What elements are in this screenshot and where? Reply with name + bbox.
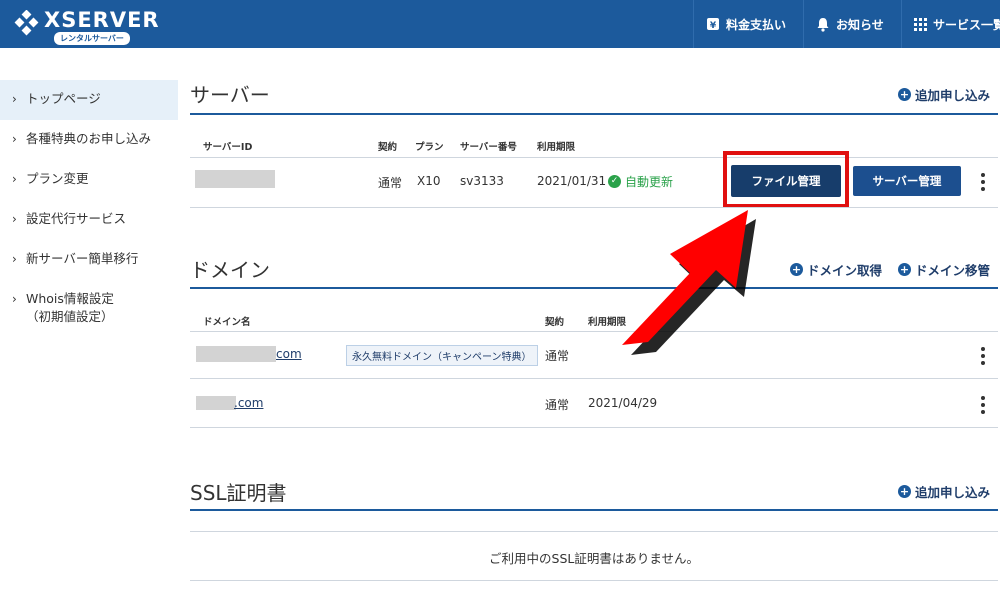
domain-acquire-label: ドメイン取得 <box>807 263 883 278</box>
domain-contract-cell: 通常 <box>545 349 570 363</box>
domain-transfer-label: ドメイン移管 <box>915 263 991 278</box>
server-add-label: 追加申し込み <box>915 88 991 103</box>
domain-acquire-link[interactable]: + ドメイン取得 <box>790 260 882 279</box>
plus-circle-icon: + <box>898 485 911 498</box>
server-header-number: サーバー番号 <box>460 142 517 153</box>
chevron-right-icon: › <box>12 292 17 306</box>
server-number-cell: sv3133 <box>460 174 504 188</box>
check-circle-icon: ✓ <box>608 175 621 188</box>
auto-renew-status: ✓ 自動更新 <box>608 173 673 190</box>
sidebar-item-whois[interactable]: › Whois情報設定 （初期値設定） <box>0 280 178 336</box>
nav-fee-payment[interactable]: ¥ 料金支払い <box>693 0 803 48</box>
chevron-right-icon: › <box>12 252 17 266</box>
ssl-section-rule <box>190 509 998 511</box>
plus-circle-icon: + <box>790 263 803 276</box>
logo-diamond-icon <box>14 10 39 36</box>
svg-text:¥: ¥ <box>710 21 717 31</box>
domain-more-menu-icon[interactable] <box>980 396 986 417</box>
server-header-contract: 契約 <box>378 142 398 153</box>
payment-icon: ¥ <box>707 18 719 31</box>
server-section-title: サーバー <box>190 83 270 107</box>
nav-notice[interactable]: お知らせ <box>803 0 901 48</box>
domain-header-name: ドメイン名 <box>203 317 251 328</box>
sidebar-item-label: 設定代行サービス <box>26 211 127 226</box>
nav-services[interactable]: サービス一覧 <box>901 0 1000 48</box>
domain-contract-cell: 通常 <box>545 398 570 412</box>
ssl-section-title: SSL証明書 <box>190 481 287 505</box>
domain-period-cell: 2021/04/29 <box>588 396 658 410</box>
server-header-rule <box>190 157 998 158</box>
domain-header-rule <box>190 331 998 332</box>
domain-name-redacted <box>196 396 236 410</box>
domain-header-period: 利用期限 <box>588 317 627 328</box>
sidebar-item-label: 各種特典のお申し込み <box>26 131 152 146</box>
sidebar-item-label: プラン変更 <box>26 171 89 186</box>
ssl-add-link[interactable]: + 追加申し込み <box>898 482 990 501</box>
nav-fee-label: 料金支払い <box>726 17 787 32</box>
domain-transfer-link[interactable]: + ドメイン移管 <box>898 260 990 279</box>
file-manager-highlight-box <box>723 151 849 208</box>
domain-row-rule <box>190 427 998 428</box>
campaign-tag: 永久無料ドメイン（キャンペーン特典） <box>346 345 538 366</box>
server-plan-cell: X10 <box>417 174 441 188</box>
server-section-rule <box>190 113 998 115</box>
plus-circle-icon: + <box>898 263 911 276</box>
ssl-add-label: 追加申し込み <box>915 485 991 500</box>
nav-notice-label: お知らせ <box>836 17 884 32</box>
server-row-rule <box>190 207 998 208</box>
ssl-header-rule <box>190 531 998 532</box>
sidebar-item-migration[interactable]: › 新サーバー簡単移行 <box>0 240 178 280</box>
server-contract-cell: 通常 <box>378 176 403 190</box>
domain-section-title: ドメイン <box>190 258 270 282</box>
top-header: XSERVER レンタルサーバー ¥ 料金支払い お知らせ サービス一覧 <box>0 0 1000 48</box>
sidebar-item-label: Whois情報設定 （初期値設定） <box>26 291 114 324</box>
sidebar-item-label: トップページ <box>26 91 101 106</box>
server-manager-button[interactable]: サーバー管理 <box>853 166 961 196</box>
chevron-right-icon: › <box>12 172 17 186</box>
server-more-menu-icon[interactable] <box>980 173 986 194</box>
ssl-bottom-rule <box>190 580 998 581</box>
chevron-right-icon: › <box>12 132 17 146</box>
logo-subtitle: レンタルサーバー <box>54 32 130 45</box>
auto-renew-label: 自動更新 <box>625 175 674 189</box>
sidebar-item-top[interactable]: › トップページ <box>0 80 178 120</box>
xserver-logo[interactable]: XSERVER レンタルサーバー <box>14 4 164 45</box>
domain-name-redacted <box>196 346 276 362</box>
domain-header-contract: 契約 <box>545 317 565 328</box>
server-header-plan: プラン <box>415 142 444 153</box>
server-header-id: サーバーID <box>203 142 253 153</box>
sidebar-item-label: 新サーバー簡単移行 <box>26 251 139 266</box>
sidebar-item-plan-change[interactable]: › プラン変更 <box>0 160 178 200</box>
bell-icon <box>817 17 829 32</box>
domain-row-rule <box>190 378 998 379</box>
server-id-redacted <box>195 170 275 188</box>
plus-circle-icon: + <box>898 88 911 101</box>
nav-services-label: サービス一覧 <box>933 17 1000 32</box>
logo-text: XSERVER <box>44 8 160 32</box>
chevron-right-icon: › <box>12 92 17 106</box>
sidebar-item-benefits[interactable]: › 各種特典のお申し込み <box>0 120 178 160</box>
server-period-cell: 2021/01/31 <box>537 174 607 188</box>
domain-more-menu-icon[interactable] <box>980 347 986 368</box>
chevron-right-icon: › <box>12 212 17 226</box>
server-header-period: 利用期限 <box>537 142 576 153</box>
server-add-link[interactable]: + 追加申し込み <box>898 85 990 104</box>
sidebar: › トップページ › 各種特典のお申し込み › プラン変更 › 設定代行サービス… <box>0 80 178 336</box>
domain-link[interactable]: com <box>276 347 302 361</box>
ssl-empty-message: ご利用中のSSL証明書はありません。 <box>489 551 699 566</box>
domain-section-rule <box>190 287 998 289</box>
domain-link[interactable]: .com <box>234 396 263 410</box>
sidebar-item-setup-service[interactable]: › 設定代行サービス <box>0 200 178 240</box>
grid-icon <box>914 17 927 31</box>
